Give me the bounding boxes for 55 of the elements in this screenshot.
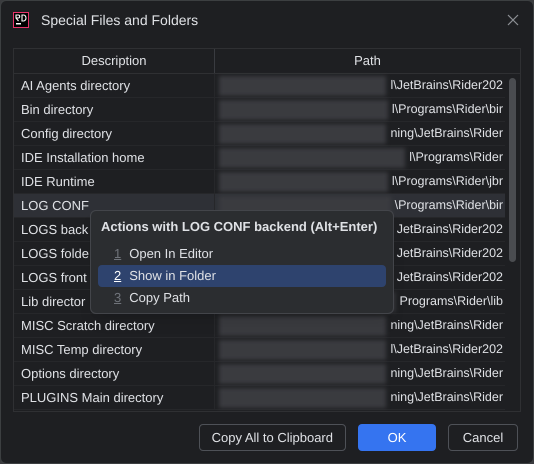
table-cell-text: l\Programs\Rider\bir: [392, 101, 504, 118]
popup-item[interactable]: 3 Copy Path: [98, 286, 386, 308]
close-icon: [507, 14, 519, 26]
table-cell-text: l\Programs\Rider\jbr: [392, 173, 504, 190]
shortcut-number: 1: [114, 244, 122, 263]
ok-button[interactable]: OK: [358, 424, 436, 451]
table-cell-text: IDE Installation home: [21, 148, 145, 167]
table-cell-text: ning\JetBrains\Rider: [390, 365, 504, 382]
column-header[interactable]: Path: [215, 49, 520, 73]
table-cell-text: l\JetBrains\Rider202: [390, 77, 504, 94]
table-cell-text: Config directory: [21, 124, 112, 143]
table-row[interactable]: Config directory ning\JetBrains\Rider: [14, 122, 505, 146]
table-cell-text: IDE Runtime: [21, 172, 95, 191]
table-row[interactable]: MISC Temp directory l\JetBrains\Rider202: [14, 338, 505, 362]
item-label: Open In Editor: [129, 244, 214, 263]
table-cell-text: Programs\Rider\lib: [399, 293, 504, 310]
popup-item[interactable]: 1 Open In Editor: [98, 242, 386, 264]
item-label: Copy Path: [129, 288, 190, 307]
table-cell-text: ning\JetBrains\Rider: [390, 317, 504, 334]
table-cell-text: AI Agents directory: [21, 76, 130, 95]
item-label: Show in Folder: [129, 266, 216, 285]
table-cell-text: JetBrains\Rider202: [396, 221, 504, 238]
app-logo-icon: [13, 12, 29, 28]
table-cell-text: LOGS folde: [21, 244, 89, 263]
dialog-button[interactable]: Copy All to Clipboard: [198, 424, 346, 451]
popup-item[interactable]: 2 Show in Folder: [98, 264, 386, 286]
table-cell-text: JetBrains\Rider202: [396, 269, 504, 286]
table-cell-text: Lib director: [21, 292, 86, 311]
table-row[interactable]: IDE Installation home l\Programs\Rider: [14, 146, 505, 170]
window-title: Special Files and Folders: [41, 10, 198, 30]
column-header[interactable]: Description: [14, 49, 215, 73]
table-cell-text: JetBrains\Rider202: [396, 245, 504, 262]
table-cell-text: LOGS front: [21, 268, 87, 287]
table-cell-text: l\Programs\Rider: [409, 149, 504, 166]
shortcut-number: 3: [114, 288, 122, 307]
dialog-button[interactable]: Cancel: [448, 424, 518, 451]
table-cell-text: ning\JetBrains\Rider: [390, 389, 504, 406]
table-cell-text: ning\JetBrains\Rider: [390, 125, 504, 142]
table-cell-text: PLUGINS Main directory: [21, 388, 164, 407]
table-cell-text: Options directory: [21, 364, 120, 383]
table-cell-text: MISC Scratch directory: [21, 316, 155, 335]
table-cell-text: Bin directory: [21, 100, 94, 119]
popup-title: Actions with LOG CONF backend (Alt+Enter): [100, 218, 378, 236]
shortcut-number: 2: [114, 266, 122, 285]
table-cell-text: LOGS back: [21, 220, 88, 239]
table-row[interactable]: Bin directory l\Programs\Rider\bir: [14, 98, 505, 122]
table-row[interactable]: AI Agents directory l\JetBrains\Rider202: [14, 74, 505, 98]
close-button[interactable]: [505, 12, 521, 28]
table-cell-text: l\JetBrains\Rider202: [390, 341, 504, 358]
table-row[interactable]: MISC Scratch directory ning\JetBrains\Rider: [14, 314, 505, 338]
table-cell-text: LOG CONF: [21, 196, 89, 215]
table-cell-text: \Programs\Rider\bir: [394, 197, 504, 214]
table-cell-text: MISC Temp directory: [21, 340, 142, 359]
table-row[interactable]: PLUGINS Main directory ning\JetBrains\Rider: [14, 386, 505, 410]
table-row[interactable]: Options directory ning\JetBrains\Rider: [14, 362, 505, 386]
